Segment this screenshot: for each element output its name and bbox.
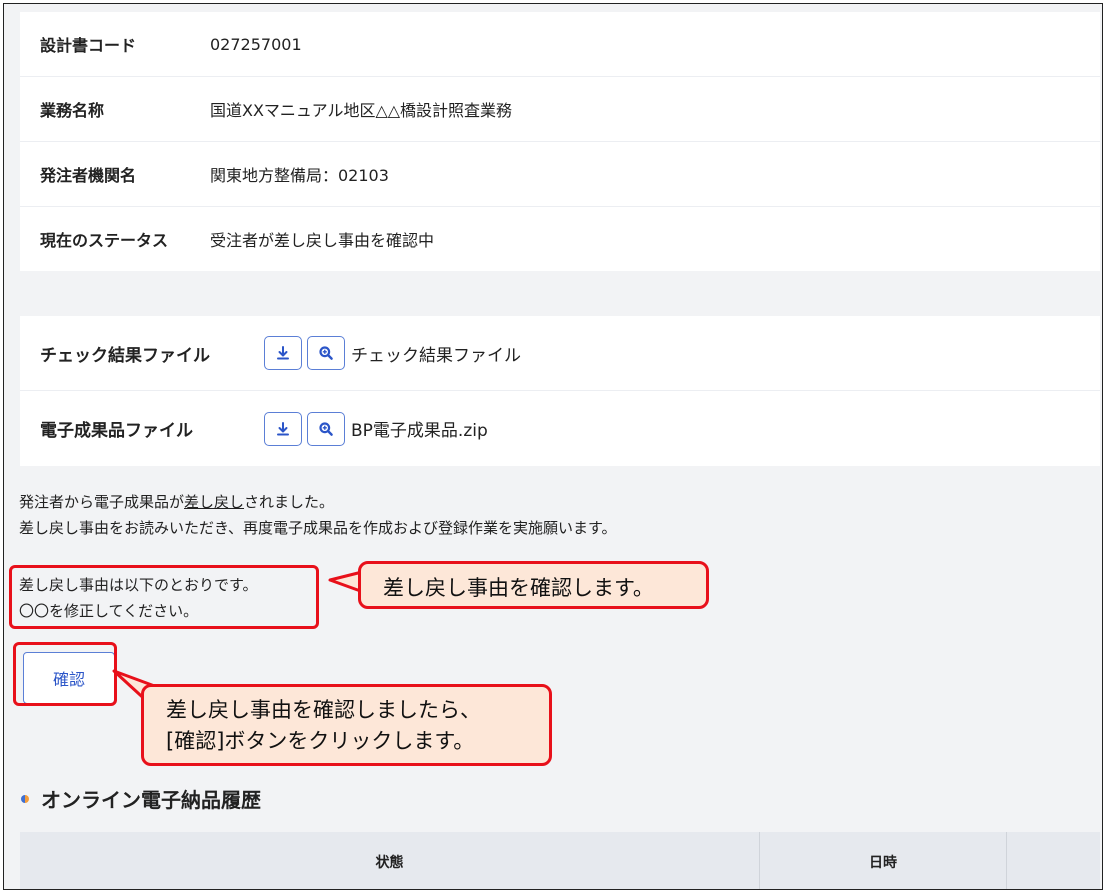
- confirm-callout: 差し戻し事由を確認しましたら、 [確認]ボタンをクリックします。: [141, 684, 552, 766]
- info-row-orderer: 発注者機関名 関東地方整備局：02103: [20, 142, 1100, 207]
- info-value: 関東地方整備局：02103: [210, 166, 389, 185]
- file-name[interactable]: チェック結果ファイル: [351, 341, 521, 366]
- return-message: 発注者から電子成果品が差し戻しされました。 差し戻し事由をお読みいただき、再度電…: [19, 489, 616, 541]
- file-name[interactable]: BP電子成果品.zip: [351, 416, 488, 441]
- message-line-1: 発注者から電子成果品が差し戻しされました。: [19, 489, 616, 515]
- bullet-icon: [21, 794, 29, 803]
- preview-button[interactable]: [307, 411, 345, 446]
- download-button[interactable]: [264, 411, 302, 446]
- column-header-status: 状態: [20, 832, 760, 889]
- download-icon: [277, 421, 289, 435]
- info-label: 業務名称: [40, 101, 105, 120]
- confirm-highlight-box: [13, 642, 117, 706]
- info-value: 国道XXマニュアル地区△△橋設計照査業務: [210, 101, 513, 120]
- download-button[interactable]: [264, 336, 302, 370]
- history-section-title: オンライン電子納品履歴: [21, 784, 261, 813]
- file-label: 電子成果品ファイル: [40, 421, 193, 441]
- download-icon: [277, 346, 289, 360]
- file-label: チェック結果ファイル: [40, 345, 210, 366]
- search-icon: [319, 421, 333, 436]
- reason-callout: 差し戻し事由を確認します。: [358, 561, 709, 609]
- history-table-header: 状態 日時: [20, 832, 1100, 889]
- confirm-callout-line-1: 差し戻し事由を確認しましたら、: [166, 698, 481, 722]
- file-table: チェック結果ファイル チェック結果ファイル 電子成果品ファイル BP電子成果品.…: [20, 316, 1100, 466]
- search-icon: [319, 346, 333, 360]
- return-link[interactable]: 差し戻し: [184, 493, 244, 511]
- file-row-check-result: チェック結果ファイル チェック結果ファイル: [20, 316, 1100, 391]
- info-label: 現在のステータス: [40, 231, 169, 250]
- info-row-status: 現在のステータス 受注者が差し戻し事由を確認中: [20, 207, 1100, 271]
- column-header-datetime: 日時: [760, 832, 1007, 889]
- preview-button[interactable]: [307, 336, 345, 370]
- info-label: 設計書コード: [40, 36, 137, 55]
- history-title: オンライン電子納品履歴: [41, 788, 261, 812]
- status-value: 受注者が差し戻し事由を確認中: [210, 231, 435, 250]
- file-row-deliverable: 電子成果品ファイル BP電子成果品.zip: [20, 391, 1100, 466]
- confirm-callout-line-2: [確認]ボタンをクリックします。: [166, 729, 475, 753]
- message-text: 発注者から電子成果品が: [19, 493, 185, 511]
- info-value: 027257001: [210, 34, 302, 54]
- message-text: されました。: [244, 493, 335, 511]
- reason-callout-text: 差し戻し事由を確認します。: [383, 576, 654, 600]
- info-row-design-code: 設計書コード 027257001: [20, 12, 1100, 77]
- reason-highlight-box: [9, 565, 319, 629]
- info-row-work-name: 業務名称 国道XXマニュアル地区△△橋設計照査業務: [20, 77, 1100, 142]
- info-label: 発注者機関名: [40, 166, 137, 185]
- info-table: 設計書コード 027257001 業務名称 国道XXマニュアル地区△△橋設計照査…: [20, 12, 1100, 271]
- message-line-2: 差し戻し事由をお読みいただき、再度電子成果品を作成および登録作業を実施願います。: [19, 519, 617, 537]
- column-header-extra: [1007, 832, 1100, 889]
